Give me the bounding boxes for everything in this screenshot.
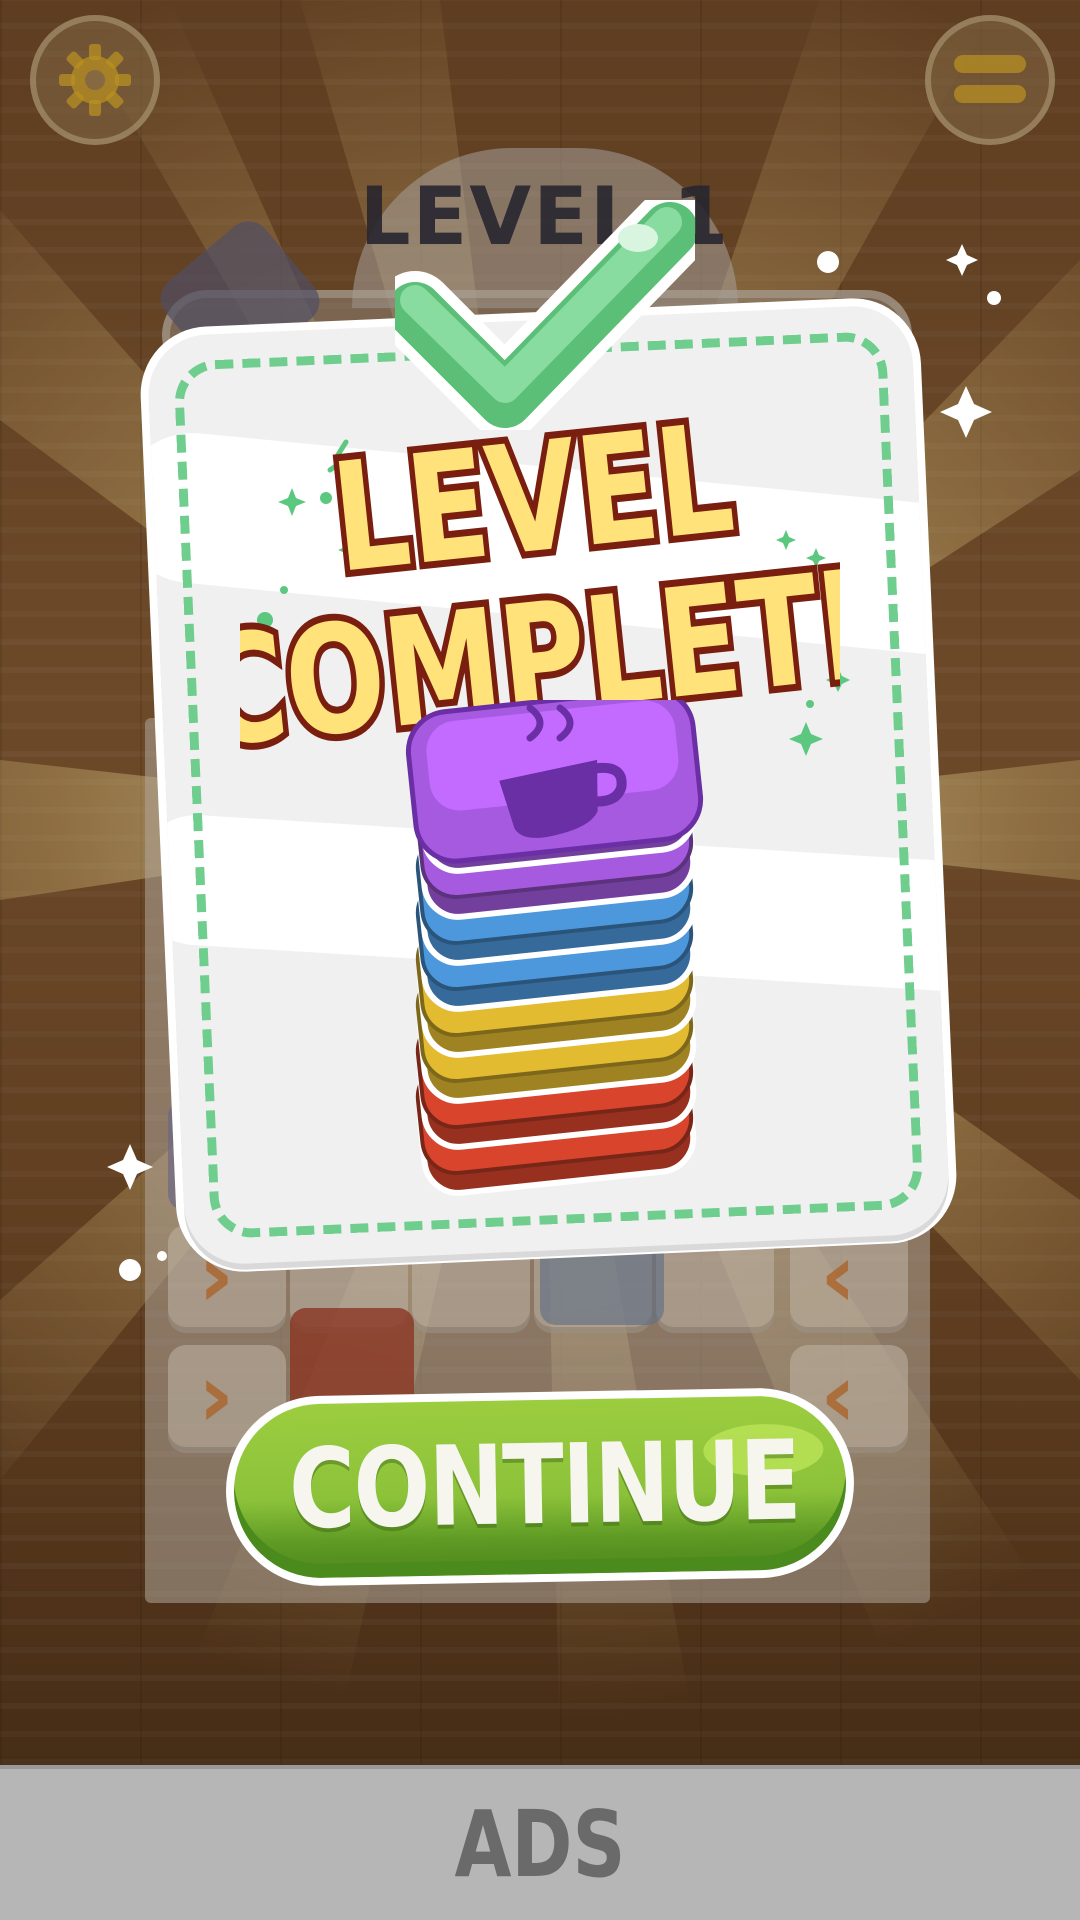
ads-label: ADS <box>454 1791 626 1898</box>
tile-stack <box>405 700 704 1196</box>
ad-banner[interactable]: ADS <box>0 1765 1080 1920</box>
continue-button-face[interactable]: CONTINUE <box>232 1394 848 1580</box>
continue-button-label: CONTINUE <box>287 1416 801 1554</box>
continue-button[interactable]: CONTINUE <box>224 1386 856 1588</box>
